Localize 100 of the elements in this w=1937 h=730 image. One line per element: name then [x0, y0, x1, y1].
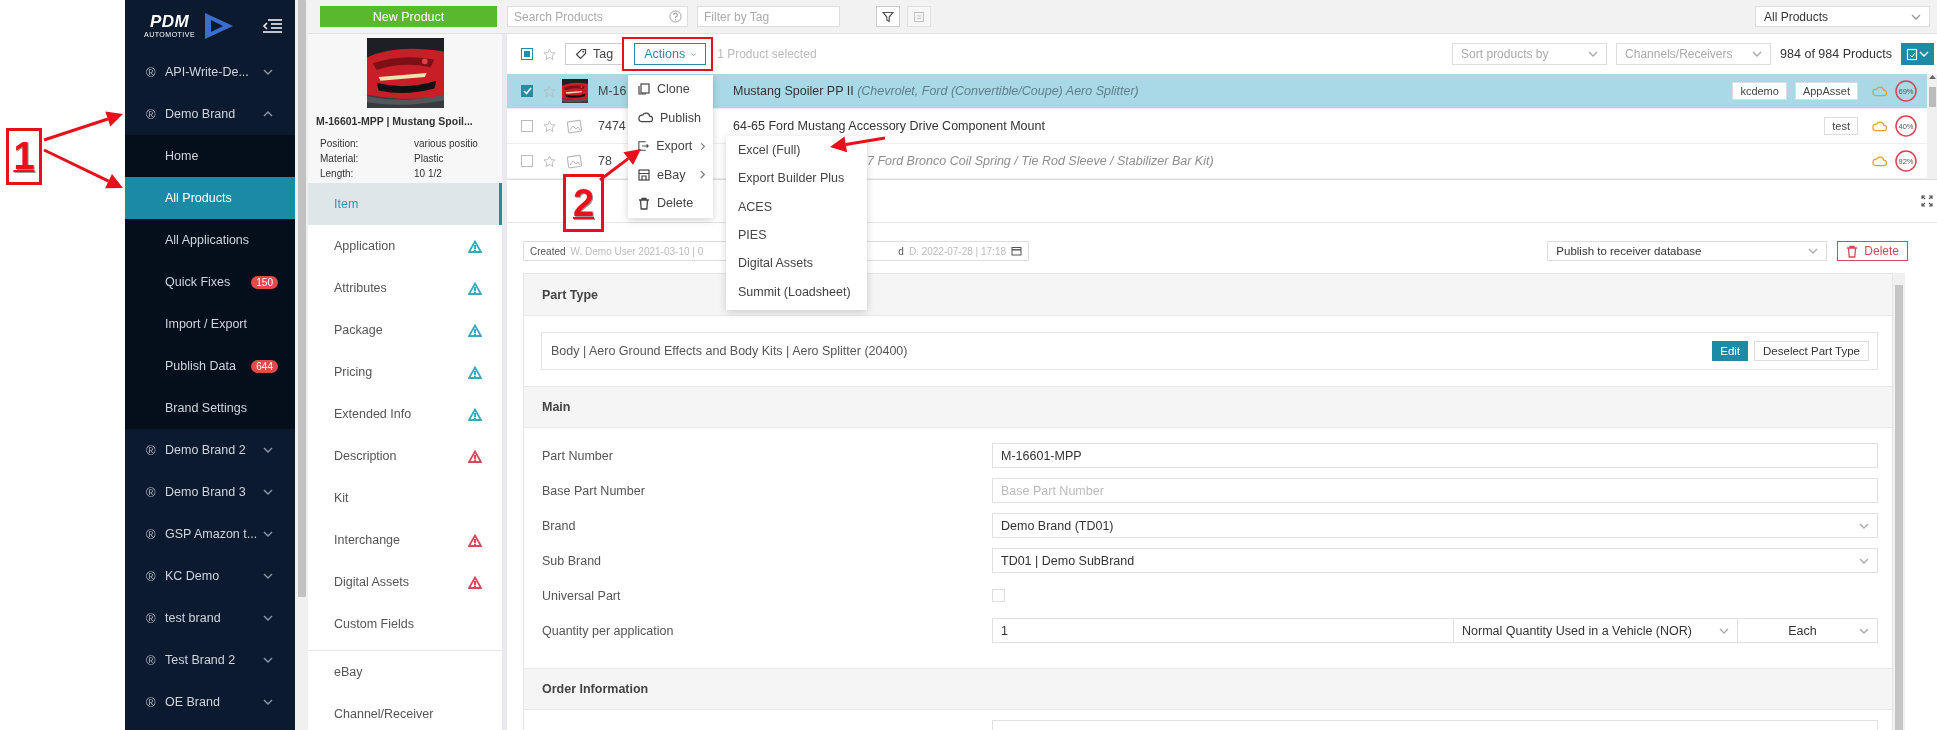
expand-icon[interactable]	[1921, 195, 1933, 207]
menu-icon[interactable]	[262, 17, 283, 34]
chevron-down-icon	[263, 67, 273, 77]
menu-item[interactable]: Clone	[628, 75, 713, 104]
view-options-button[interactable]	[1901, 43, 1934, 65]
product-name: Mustang Spoiler PP II (Chevrolet, Ford (Convertible/Coupe) Aero Splitter)	[733, 84, 1140, 98]
logo-text: PDM	[149, 13, 190, 30]
ring-icon	[1893, 78, 1919, 104]
select-field[interactable]: Normal Quantity Used in a Vehicle (NOR)	[1454, 618, 1738, 643]
sidebar-item[interactable]: Home	[125, 135, 295, 177]
sidebar-item[interactable]: All Products	[125, 177, 295, 219]
brand-menu-item[interactable]: ® API-Write-De...	[125, 51, 295, 93]
nav-tab[interactable]: Description	[308, 435, 502, 477]
checkbox[interactable]	[521, 48, 533, 60]
section-header: Main	[524, 386, 1892, 428]
brand-menu-item[interactable]: ® Demo Brand 2	[125, 429, 295, 471]
input-field[interactable]: M-16601-MPP	[992, 443, 1878, 468]
select-field[interactable]: TD01 | Demo SubBrand	[992, 548, 1878, 573]
product-title: M-16601-MPP | Mustang Spoil...	[315, 115, 474, 127]
menu-item[interactable]: Digital Assets	[726, 249, 867, 278]
chevron-down-icon	[263, 529, 273, 539]
star-icon[interactable]	[543, 119, 556, 133]
sidebar-item[interactable]: Quick Fixes 150	[125, 261, 295, 303]
export-icon	[638, 140, 650, 153]
brand-menu-item[interactable]: ® OE Brand	[125, 681, 295, 723]
star-icon[interactable]	[543, 84, 556, 98]
chevron-down-icon	[263, 487, 273, 497]
brand-menu-item[interactable]: ® Test Brand 2	[125, 639, 295, 681]
field-label: Base Part Number	[542, 483, 646, 498]
checkbox[interactable]	[521, 85, 533, 97]
chevron-down-icon	[263, 613, 273, 623]
nav-tab[interactable]: eBay	[308, 651, 502, 693]
section-header: Order Information	[524, 668, 1892, 710]
scrollbar[interactable]	[295, 0, 308, 730]
nav-tab[interactable]: Kit	[308, 477, 502, 519]
nav-tab[interactable]: Extended Info	[308, 393, 502, 435]
delete-button[interactable]: Delete	[1837, 241, 1908, 261]
callout-label: 2	[563, 174, 604, 232]
nav-tab[interactable]: Custom Fields	[308, 603, 502, 645]
part-number: M-16	[598, 84, 628, 98]
select-field[interactable]: Demo Brand (TD01)	[992, 513, 1878, 538]
publish-select[interactable]: Publish to receiver database	[1547, 241, 1828, 261]
arrow-up-icon[interactable]	[1928, 74, 1936, 79]
sidebar-item[interactable]: Publish Data 644	[125, 345, 295, 387]
brand-menu-item[interactable]: ® KC Demo	[125, 555, 295, 597]
product-name: 64-65 Ford Mustang Accessory Drive Component Mount	[733, 119, 1046, 133]
chevron-down-icon	[263, 445, 273, 455]
image-placeholder-icon	[566, 118, 584, 134]
star-icon[interactable]	[543, 47, 556, 61]
star-icon[interactable]	[543, 154, 556, 168]
tag-label: test	[1824, 117, 1858, 135]
sidebar-item[interactable]: Brand Settings	[125, 387, 295, 429]
nav-tab[interactable]: Digital Assets	[308, 561, 502, 603]
document-icon	[1906, 47, 1918, 61]
nav-tab[interactable]: Application	[308, 225, 502, 267]
brand-menu-item[interactable]: ® Demo Brand 3	[125, 471, 295, 513]
nav-tab[interactable]: Channel/Receiver	[308, 693, 502, 730]
scrollbar-thumb[interactable]	[297, 0, 306, 597]
deselect-button[interactable]: Deselect Part Type	[1754, 341, 1869, 361]
scrollbar[interactable]	[1893, 273, 1905, 730]
menu-item[interactable]: Summit (Loadsheet)	[726, 277, 867, 306]
field-label: d	[898, 245, 904, 257]
menu-item[interactable]: PIES	[726, 220, 867, 250]
nav-tab[interactable]: Pricing	[308, 351, 502, 393]
field-label: Sub Brand	[542, 553, 603, 568]
view-select[interactable]: All Products	[1755, 6, 1930, 27]
menu-item[interactable]: Delete	[628, 189, 713, 218]
sidebar-item[interactable]: Import / Export	[125, 303, 295, 345]
checkbox[interactable]	[521, 120, 533, 132]
nav-tab[interactable]: Attributes	[308, 267, 502, 309]
tag-button[interactable]: Tag	[565, 43, 624, 65]
brand-menu-item[interactable]: ® test brand	[125, 597, 295, 639]
chevron-down-icon	[263, 697, 273, 707]
field-label: Part Number	[542, 448, 614, 463]
field-label: Universal Part	[542, 588, 622, 603]
chevron-up-icon	[263, 109, 273, 119]
filter-button[interactable]	[876, 6, 900, 27]
actions-button[interactable]: Actions	[634, 43, 707, 65]
timestamp-text: D. 2022-07-28 | 17:18	[908, 245, 1006, 257]
sidebar-item[interactable]: All Applications	[125, 219, 295, 261]
checkbox[interactable]	[521, 155, 533, 167]
search-field[interactable]: Search Products	[507, 6, 688, 27]
edit-button[interactable]: Edit	[1712, 341, 1749, 361]
brand-menu-item[interactable]: ® Demo Brand	[125, 93, 295, 135]
part-type-field[interactable]: Body | Aero Ground Effects and Body Kits | Aero Splitter (20400) Edit Deselect Part Type	[541, 332, 1878, 370]
select-field[interactable]: Each	[1738, 618, 1878, 643]
tag-filter-field[interactable]: Filter by Tag	[697, 6, 840, 27]
count-badge: 644	[251, 359, 278, 373]
brand-menu-item[interactable]: ® GSP Amazon t...	[125, 513, 295, 555]
input-field[interactable]: Base Part Number	[992, 478, 1878, 503]
scrollbar-thumb[interactable]	[1928, 87, 1936, 107]
selection-count: 1 Product selected	[717, 47, 817, 61]
nav-tab[interactable]: Interchange	[308, 519, 502, 561]
scrollbar[interactable]	[1927, 74, 1937, 179]
cloud-icon	[1872, 120, 1887, 132]
scrollbar-thumb[interactable]	[1895, 285, 1903, 730]
input-field[interactable]: 1	[992, 618, 1454, 643]
menu-item[interactable]: ACES	[726, 192, 867, 221]
timestamp-text: W. Demo User 2021-03-10 | 0	[570, 245, 704, 257]
nav-tab[interactable]: Package	[308, 309, 502, 351]
